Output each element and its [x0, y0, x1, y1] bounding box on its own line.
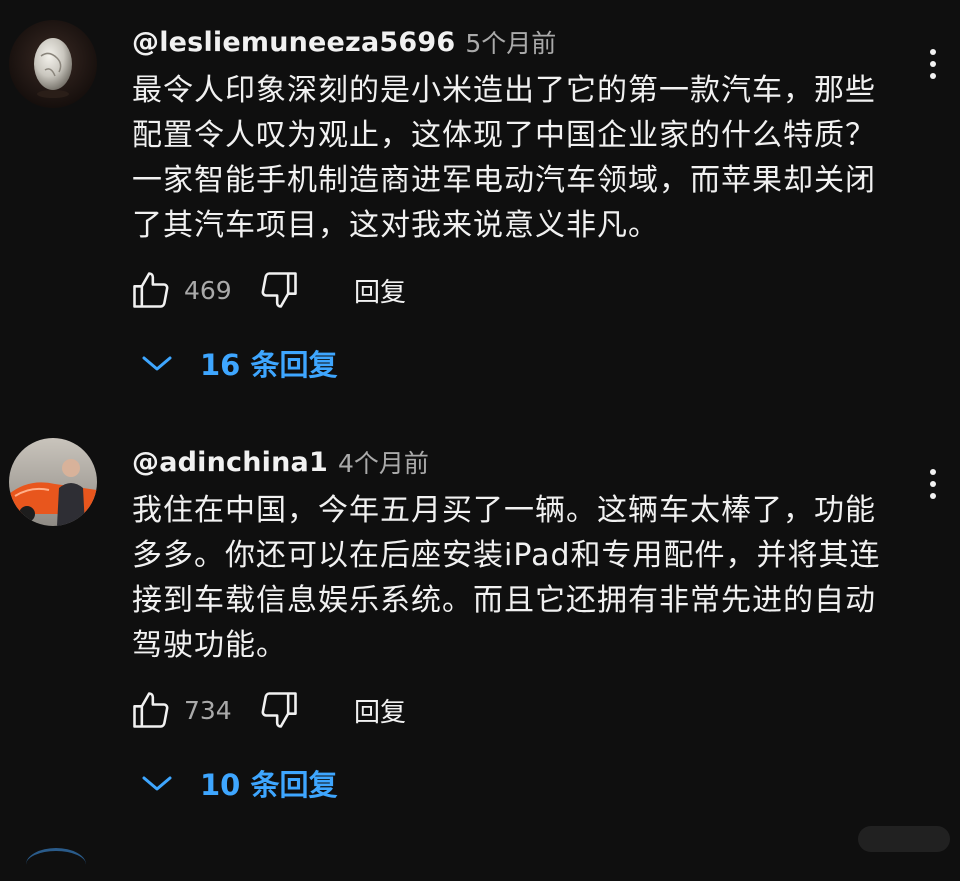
like-count: 469 — [184, 275, 232, 305]
like-button[interactable] — [128, 687, 174, 733]
thumbs-down-icon — [261, 692, 297, 728]
like-button[interactable] — [128, 267, 174, 313]
comment-header: @adinchina1 4个月前 — [132, 442, 429, 482]
reply-button[interactable]: 回复 — [354, 272, 406, 309]
comment-header: @lesliemuneeza5696 5个月前 — [132, 22, 556, 62]
comment-text: 最令人印象深刻的是小米造出了它的第一款汽车，那些 配置令人叹为观止，这体现了中国… — [132, 73, 876, 243]
thumbs-up-icon — [133, 272, 169, 308]
thumbs-down-icon — [261, 272, 297, 308]
chevron-down-icon — [142, 356, 172, 371]
next-comment-avatar-partial — [26, 848, 86, 881]
dislike-button[interactable] — [256, 267, 302, 313]
comment-actions: 734 回复 — [128, 685, 406, 735]
dislike-button[interactable] — [256, 687, 302, 733]
view-replies-button[interactable]: 10 条回复 — [140, 758, 337, 808]
replies-count-label: 10 条回复 — [200, 768, 338, 802]
more-options-icon[interactable] — [918, 42, 948, 86]
man-with-car-icon — [9, 438, 97, 526]
comment-thread: @lesliemuneeza5696 5个月前 最令人印象深刻的是小米造出了它的… — [0, 0, 960, 420]
timestamp[interactable]: 4个月前 — [338, 444, 429, 480]
avatar[interactable] — [9, 20, 97, 108]
timestamp[interactable]: 5个月前 — [465, 24, 556, 60]
replies-count-label: 16 条回复 — [200, 348, 338, 382]
watermark — [858, 826, 950, 852]
comment-actions: 469 回复 — [128, 265, 406, 315]
username-link[interactable]: @lesliemuneeza5696 — [132, 27, 455, 58]
comment-thread: @adinchina1 4个月前 我住在中国，今年五月买了一辆。这辆车太棒了，功… — [0, 420, 960, 840]
thumbs-up-icon — [133, 692, 169, 728]
username-link[interactable]: @adinchina1 — [132, 447, 328, 478]
egg-sculpture-icon — [9, 20, 97, 108]
reply-button[interactable]: 回复 — [354, 692, 406, 729]
comment-text: 我住在中国，今年五月买了一辆。这辆车太棒了，功能 多多。你还可以在后座安装iPa… — [132, 493, 881, 663]
avatar[interactable] — [9, 438, 97, 526]
view-replies-button[interactable]: 16 条回复 — [140, 338, 337, 388]
more-options-icon[interactable] — [918, 462, 948, 506]
chevron-down-icon — [142, 776, 172, 791]
like-count: 734 — [184, 695, 232, 725]
